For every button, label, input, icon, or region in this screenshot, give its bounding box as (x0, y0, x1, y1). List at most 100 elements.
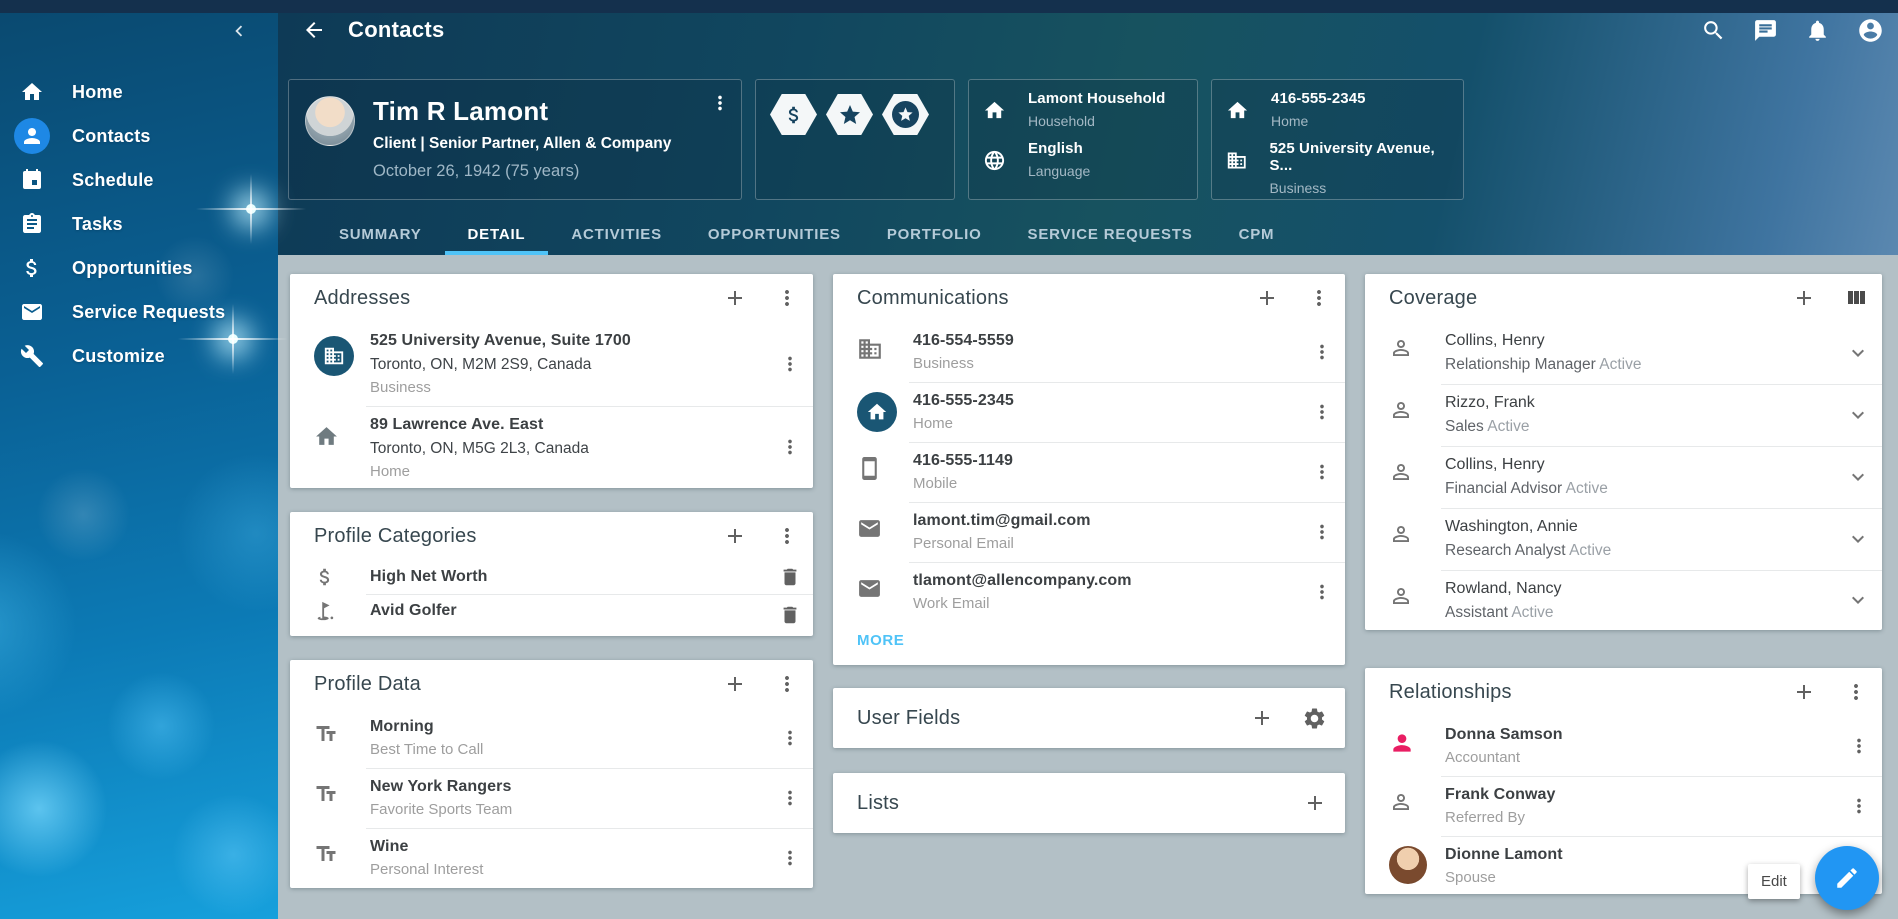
address-item[interactable]: 525 University Avenue, Suite 1700 Toront… (290, 322, 813, 406)
search-button[interactable] (1701, 18, 1726, 43)
communication-menu-button[interactable] (1311, 581, 1333, 603)
add-profile-data-button[interactable] (723, 672, 747, 696)
chat-icon (1753, 18, 1778, 43)
household-row[interactable]: Lamont Household Household (983, 90, 1183, 140)
tab-detail[interactable]: DETAIL (445, 213, 549, 255)
coverage-item[interactable]: Collins, Henry Financial Advisor Active (1365, 446, 1882, 508)
profile-avatar (305, 96, 355, 146)
coverage-expand-button[interactable] (1846, 465, 1870, 489)
profile-data-item[interactable]: Morning Best Time to Call (290, 708, 813, 768)
kebab-icon (775, 672, 799, 696)
mail-icon (857, 516, 882, 541)
address-type: Business (370, 379, 765, 396)
sidebar-item-tasks[interactable]: Tasks (0, 202, 278, 246)
add-list-button[interactable] (1303, 791, 1327, 815)
addresses-menu-button[interactable] (775, 286, 799, 310)
sidebar-item-label: Service Requests (72, 302, 225, 323)
communication-value: 416-554-5559 (913, 332, 1297, 350)
delete-category-button[interactable] (779, 604, 801, 626)
add-coverage-button[interactable] (1792, 286, 1816, 310)
sidebar-item-customize[interactable]: Customize (0, 334, 278, 378)
back-button[interactable] (302, 18, 326, 42)
coverage-item[interactable]: Collins, Henry Relationship Manager Acti… (1365, 322, 1882, 384)
kebab-icon (1311, 581, 1333, 603)
communication-menu-button[interactable] (1311, 461, 1333, 483)
relationship-item[interactable]: Frank Conway Referred By (1365, 776, 1882, 836)
profile-data-menu-button[interactable] (779, 847, 801, 869)
delete-category-button[interactable] (779, 566, 801, 588)
tab-summary[interactable]: SUMMARY (316, 213, 445, 255)
plus-icon (723, 524, 747, 548)
sidebar-item-schedule[interactable]: Schedule (0, 158, 278, 202)
add-communication-button[interactable] (1255, 286, 1279, 310)
chat-button[interactable] (1753, 18, 1778, 43)
relationships-menu-button[interactable] (1844, 680, 1868, 704)
coverage-item[interactable]: Washington, Annie Research Analyst Activ… (1365, 508, 1882, 570)
coverage-expand-button[interactable] (1846, 527, 1870, 551)
relationship-menu-button[interactable] (1848, 735, 1870, 757)
tab-activities[interactable]: ACTIVITIES (548, 213, 685, 255)
tab-opportunities[interactable]: OPPORTUNITIES (685, 213, 864, 255)
sidebar-item-home[interactable]: Home (0, 70, 278, 114)
address-line2: Toronto, ON, M2M 2S9, Canada (370, 356, 765, 374)
address-menu-button[interactable] (779, 436, 801, 458)
communication-item[interactable]: tlamont@allencompany.com Work Email (833, 562, 1345, 622)
relationship-item[interactable]: Donna Samson Accountant (1365, 716, 1882, 776)
profile-data-item[interactable]: Wine Personal Interest (290, 828, 813, 888)
profile-data-menu-button[interactable] (779, 727, 801, 749)
communication-item[interactable]: lamont.tim@gmail.com Personal Email (833, 502, 1345, 562)
account-button[interactable] (1857, 17, 1884, 44)
profile-data-item[interactable]: New York Rangers Favorite Sports Team (290, 768, 813, 828)
tab-portfolio[interactable]: PORTFOLIO (864, 213, 1005, 255)
communication-menu-button[interactable] (1311, 401, 1333, 423)
bell-icon (1805, 18, 1830, 43)
profile-data-label: Favorite Sports Team (370, 801, 765, 818)
sidebar-item-contacts[interactable]: Contacts (0, 114, 278, 158)
add-relationship-button[interactable] (1792, 680, 1816, 704)
communication-menu-button[interactable] (1311, 341, 1333, 363)
profile-menu-button[interactable] (709, 92, 731, 114)
coverage-view-column-button[interactable] (1844, 286, 1868, 310)
language-row[interactable]: English Language (983, 140, 1183, 190)
badges-card (755, 79, 955, 200)
relationship-menu-button[interactable] (1848, 795, 1870, 817)
add-address-button[interactable] (723, 286, 747, 310)
phone-row[interactable]: 416-555-2345 Home (1226, 90, 1449, 140)
communications-more-button[interactable]: MORE (857, 632, 904, 649)
coverage-item[interactable]: Rowland, Nancy Assistant Active (1365, 570, 1882, 630)
coverage-expand-button[interactable] (1846, 403, 1870, 427)
communication-item[interactable]: 416-555-1149 Mobile (833, 442, 1345, 502)
tab-cpm[interactable]: CPM (1216, 213, 1298, 255)
kebab-icon (1848, 795, 1870, 817)
relationship-item[interactable]: Dionne Lamont Spouse (1365, 836, 1882, 894)
communication-item[interactable]: 416-555-2345 Home (833, 382, 1345, 442)
address-value: 525 University Avenue, S... (1269, 140, 1449, 174)
profile-data-menu-button[interactable] (779, 787, 801, 809)
tab-service-requests[interactable]: SERVICE REQUESTS (1005, 213, 1216, 255)
relationship-name: Donna Samson (1445, 726, 1834, 744)
category-item[interactable]: High Net Worth (290, 560, 813, 594)
add-category-button[interactable] (723, 524, 747, 548)
sidebar-collapse-button[interactable] (228, 20, 250, 42)
sidebar-item-service-requests[interactable]: Service Requests (0, 290, 278, 334)
address-menu-button[interactable] (779, 353, 801, 375)
coverage-expand-button[interactable] (1846, 341, 1870, 365)
communications-menu-button[interactable] (1307, 286, 1331, 310)
coverage-expand-button[interactable] (1846, 588, 1870, 612)
profile-data-menu-button[interactable] (775, 672, 799, 696)
coverage-item[interactable]: Rizzo, Frank Sales Active (1365, 384, 1882, 446)
sidebar-item-opportunities[interactable]: Opportunities (0, 246, 278, 290)
address-row[interactable]: 525 University Avenue, S... Business (1226, 140, 1449, 190)
dollar-badge-icon (770, 94, 817, 135)
address-item[interactable]: 89 Lawrence Ave. East Toronto, ON, M5G 2… (290, 406, 813, 488)
notifications-button[interactable] (1805, 18, 1830, 43)
categories-menu-button[interactable] (775, 524, 799, 548)
edit-fab-button[interactable] (1815, 846, 1879, 910)
add-user-field-button[interactable] (1250, 706, 1274, 730)
plus-icon (723, 286, 747, 310)
address-line1: 525 University Avenue, Suite 1700 (370, 332, 765, 350)
communication-item[interactable]: 416-554-5559 Business (833, 322, 1345, 382)
category-item[interactable]: Avid Golfer (290, 594, 813, 636)
communication-menu-button[interactable] (1311, 521, 1333, 543)
user-fields-settings-button[interactable] (1302, 706, 1327, 731)
